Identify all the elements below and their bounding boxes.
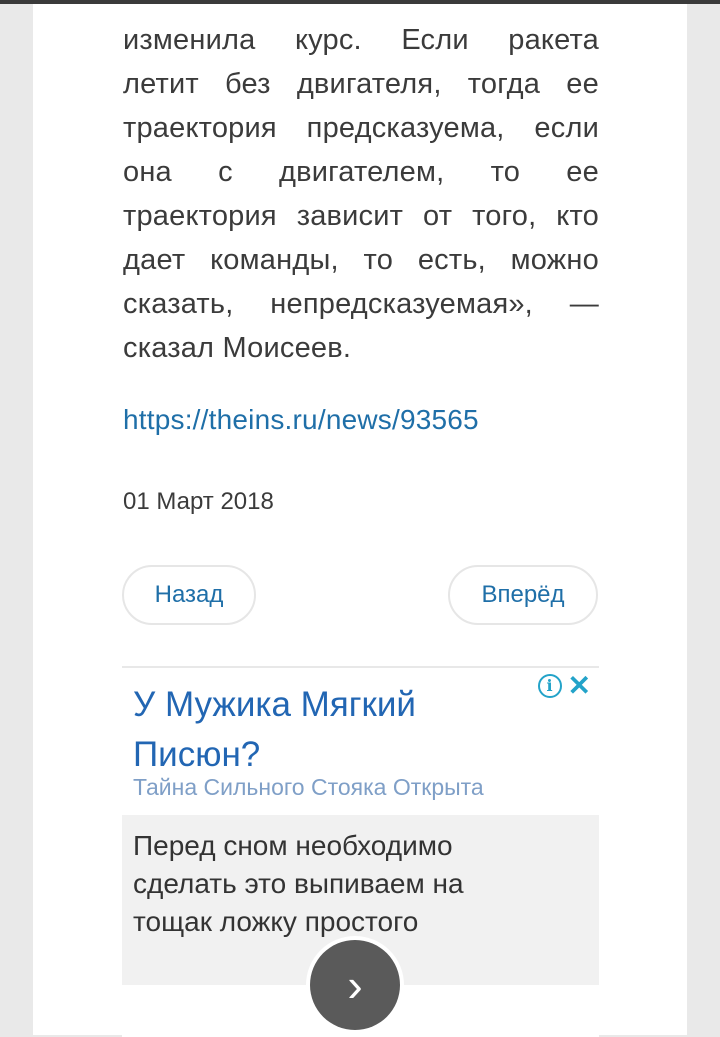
article-line: траектория зависит от того, кто: [123, 200, 599, 232]
ad-body-text: Перед сном необходимо сделать это выпива…: [133, 830, 464, 937]
forward-button[interactable]: Вперёд: [448, 565, 598, 625]
close-icon[interactable]: ✕: [568, 672, 591, 700]
chevron-right-icon[interactable]: ›: [310, 940, 400, 1030]
article-line: сказал Моисеев.: [123, 332, 352, 364]
info-icon[interactable]: i: [537, 674, 562, 698]
ad-controls: i ✕: [537, 672, 591, 700]
article-line: она с двигателем, то ее: [123, 156, 599, 188]
article-line: изменила курс. Если ракета: [123, 24, 599, 56]
article-card: изменила курс. Если ракета летит без дви…: [33, 4, 687, 1037]
article-line: траектория предсказуема, если: [123, 112, 599, 144]
ad-block[interactable]: У Мужика Мягкий Писюн? i ✕ Тайна Сильног…: [122, 666, 599, 1037]
article-line: дает команды, то есть, можно: [123, 244, 599, 276]
publish-date: 01 Март 2018: [123, 488, 274, 515]
article-text: изменила курс. Если ракета летит без дви…: [123, 18, 599, 370]
article-line: сказать, непредсказуемая», —: [123, 288, 599, 320]
article-line: летит без двигателя, тогда ее: [123, 68, 599, 100]
ad-title[interactable]: У Мужика Мягкий Писюн?: [133, 680, 523, 780]
back-button[interactable]: Назад: [122, 565, 256, 625]
forward-button-label: Вперёд: [481, 581, 565, 608]
back-button-label: Назад: [154, 581, 224, 608]
source-link[interactable]: https://theins.ru/news/93565: [123, 404, 479, 436]
ad-subtitle[interactable]: Тайна Сильного Стояка Открыта: [133, 774, 484, 801]
